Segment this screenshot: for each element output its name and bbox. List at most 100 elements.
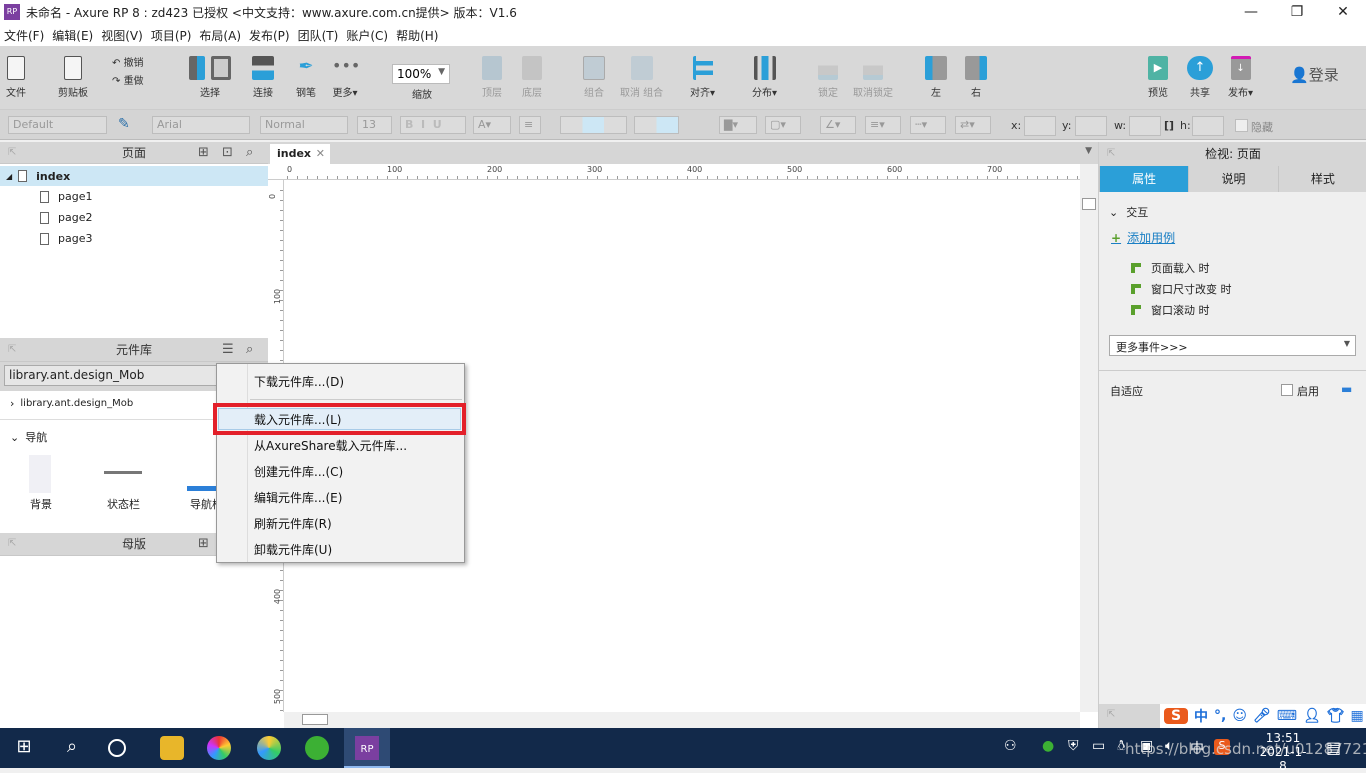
add-folder-icon[interactable]: ⊡ — [222, 142, 233, 164]
preview-button[interactable]: ▶ 预览 — [1148, 56, 1168, 99]
app-icon[interactable] — [207, 736, 231, 760]
menu-refresh-library[interactable]: 刷新元件库(R) — [254, 515, 332, 532]
menu-project[interactable]: 项目(P) — [151, 27, 192, 44]
horizontal-scrollbar[interactable] — [284, 712, 1080, 728]
vertical-scrollbar[interactable] — [1080, 164, 1098, 712]
add-master-icon[interactable]: ⊞ — [198, 533, 209, 555]
menu-edit[interactable]: 编辑(E) — [52, 27, 93, 44]
tab-style[interactable]: 样式 — [1277, 166, 1366, 192]
aspect-lock-icon[interactable]: [] — [1164, 119, 1174, 132]
more-events-select[interactable]: 更多事件>>> ▼ — [1109, 335, 1356, 356]
notification-icon[interactable]: ▤ — [1326, 738, 1341, 757]
menu-unload-library[interactable]: 卸载元件库(U) — [254, 541, 332, 558]
ungroup-button[interactable]: 取消 组合 — [620, 56, 663, 99]
menu-edit-library[interactable]: 编辑元件库...(E) — [254, 489, 342, 506]
add-page-icon[interactable]: ⊞ — [198, 142, 209, 164]
publish-button[interactable]: ↓ 发布▾ — [1228, 56, 1253, 99]
tab-index[interactable]: index ✕ — [270, 144, 330, 164]
skin-icon[interactable]: 👕︎ — [1327, 708, 1345, 724]
keyboard-icon[interactable]: ⌨ — [1277, 708, 1297, 724]
task-view-icon[interactable] — [108, 739, 126, 757]
tab-notes[interactable]: 说明 — [1188, 166, 1278, 192]
page-item-page2[interactable]: page2 — [40, 211, 92, 224]
right-panel-toggle[interactable]: 右 — [965, 56, 987, 99]
pin-icon[interactable]: ⇱ — [1107, 142, 1115, 166]
menu-load-library[interactable]: 载入元件库...(L) — [254, 411, 342, 428]
maximize-button[interactable]: ❐ — [1274, 4, 1320, 20]
background-widget-thumb[interactable] — [29, 455, 51, 493]
tab-dropdown-icon[interactable]: ▼ — [1085, 146, 1092, 156]
x-input[interactable] — [1024, 116, 1056, 136]
w-input[interactable] — [1129, 116, 1161, 136]
page-item-page1[interactable]: page1 — [40, 190, 92, 203]
page-item-page3[interactable]: page3 — [40, 232, 92, 245]
group-button[interactable]: 组合 — [583, 56, 605, 99]
undo-button[interactable]: ↶ 撤销 — [112, 54, 144, 69]
event-window-resize[interactable]: 窗口尺寸改变 时 — [1131, 281, 1232, 297]
unlock-button[interactable]: 取消锁定 — [853, 56, 893, 99]
event-page-load[interactable]: 页面载入 时 — [1131, 260, 1210, 276]
zoom-select[interactable]: 100% ▼ — [392, 64, 450, 84]
arrow-style-button[interactable]: ⇄▾ — [955, 116, 991, 134]
menu-publish[interactable]: 发布(P) — [249, 27, 290, 44]
share-button[interactable]: ↑ 共享 — [1187, 56, 1213, 99]
close-button[interactable]: ✕ — [1320, 4, 1366, 20]
font-weight-select[interactable]: Normal — [260, 116, 348, 134]
file-explorer-icon[interactable] — [160, 736, 184, 760]
connect-button[interactable]: 连接 — [252, 56, 274, 99]
menu-account[interactable]: 账户(C) — [346, 27, 388, 44]
horizontal-align-buttons[interactable] — [560, 116, 627, 134]
people-icon[interactable]: ⚇ — [1004, 738, 1017, 754]
interaction-section[interactable]: ⌄ 交互 — [1109, 204, 1148, 220]
h-input[interactable] — [1192, 116, 1224, 136]
shadow-button[interactable]: ▢▾ — [765, 116, 801, 134]
menu-file[interactable]: 文件(F) — [4, 27, 44, 44]
pin-icon[interactable]: ⇱ — [1107, 709, 1115, 720]
y-input[interactable] — [1075, 116, 1107, 136]
pin-icon[interactable]: ⇱ — [8, 142, 16, 164]
browser-icon[interactable] — [257, 736, 281, 760]
toolbox-icon[interactable]: ▦ — [1351, 708, 1364, 724]
adaptive-settings-icon[interactable]: ▬ — [1341, 382, 1352, 396]
font-size-select[interactable]: 13 — [357, 116, 392, 134]
left-panel-toggle[interactable]: 左 — [925, 56, 947, 99]
page-item-index[interactable]: ◢ index — [0, 166, 268, 186]
send-to-back-button[interactable]: 底层 — [522, 56, 542, 99]
minimize-button[interactable]: — — [1228, 4, 1274, 20]
bullet-button[interactable]: ≡ — [519, 116, 541, 134]
search-icon[interactable]: ⌕ — [246, 338, 253, 362]
menu-help[interactable]: 帮助(H) — [396, 27, 438, 44]
emoji-icon[interactable]: ☺ — [1232, 708, 1247, 724]
menu-view[interactable]: 视图(V) — [101, 27, 143, 44]
pen-button[interactable]: ✒ 钢笔 — [293, 56, 319, 99]
event-window-scroll[interactable]: 窗口滚动 时 — [1131, 302, 1210, 318]
wechat-tray-icon[interactable]: ● — [1042, 738, 1054, 754]
lock-button[interactable]: 锁定 — [818, 56, 838, 99]
library-tree-item[interactable]: › library.ant.design_Mob — [10, 397, 133, 410]
bring-to-front-button[interactable]: 顶层 — [482, 56, 502, 99]
pin-icon[interactable]: ⇱ — [8, 338, 16, 362]
status-bar-widget-thumb[interactable] — [104, 471, 142, 474]
login-button[interactable]: 👤登录 — [1290, 64, 1339, 85]
style-select[interactable]: Default — [8, 116, 107, 134]
scroll-thumb[interactable] — [302, 714, 328, 725]
search-icon[interactable]: ⌕ — [246, 142, 253, 164]
add-case-link[interactable]: + 添加用例 — [1111, 229, 1175, 246]
menu-load-from-axureshare[interactable]: 从AxureShare载入元件库... — [254, 437, 407, 454]
bold-italic-underline-buttons[interactable]: B I U — [400, 116, 466, 134]
tab-properties[interactable]: 属性 — [1099, 166, 1189, 192]
font-select[interactable]: Arial — [152, 116, 250, 134]
more-button[interactable]: ••• 更多▾ — [332, 56, 360, 99]
distribute-button[interactable]: 分布▾ — [752, 56, 777, 99]
line-width-button[interactable]: ≡▾ — [865, 116, 901, 134]
navbar-widget-thumb[interactable] — [187, 459, 217, 491]
pin-icon[interactable]: ⇱ — [8, 533, 16, 555]
fill-color-button[interactable]: ▇▾ — [719, 116, 757, 134]
library-menu-icon[interactable]: ☰ — [222, 338, 234, 362]
menu-team[interactable]: 团队(T) — [298, 27, 339, 44]
windows-start-icon[interactable]: ⊞ — [12, 736, 36, 760]
scroll-thumb[interactable] — [1082, 198, 1096, 210]
ime-language-toggle[interactable]: 中 — [1194, 706, 1208, 726]
close-tab-icon[interactable]: ✕ — [316, 147, 325, 160]
menu-download-library[interactable]: 下载元件库...(D) — [254, 373, 344, 390]
